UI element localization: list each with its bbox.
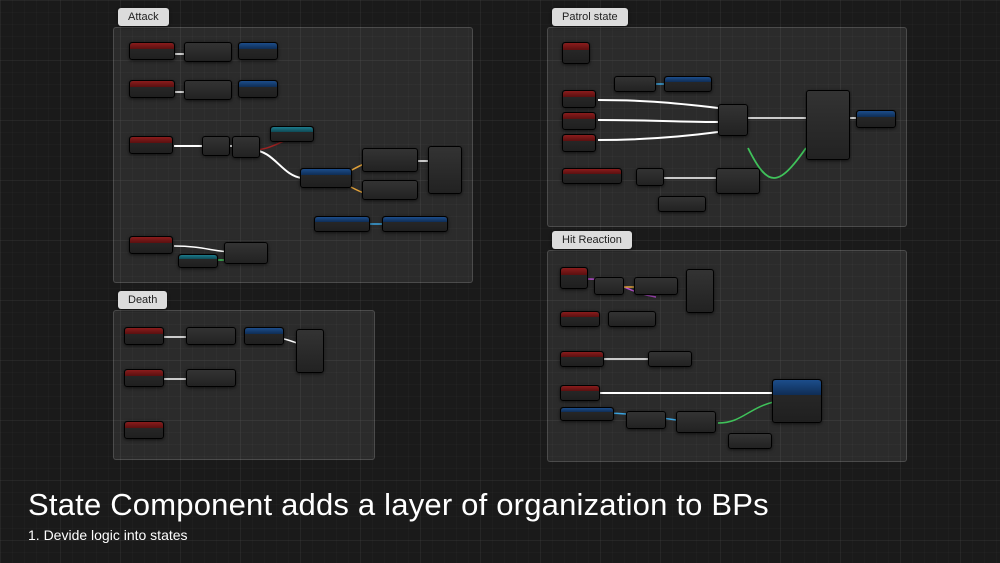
node[interactable] xyxy=(676,411,716,433)
node[interactable] xyxy=(296,329,324,373)
node[interactable] xyxy=(428,146,462,194)
node[interactable] xyxy=(560,351,604,367)
node[interactable] xyxy=(664,76,712,92)
node[interactable] xyxy=(560,311,600,327)
node[interactable] xyxy=(184,80,232,100)
node[interactable] xyxy=(129,136,173,154)
node[interactable] xyxy=(300,168,352,188)
node[interactable] xyxy=(772,379,822,423)
node[interactable] xyxy=(186,327,236,345)
node[interactable] xyxy=(634,277,678,295)
comment-box-patrol[interactable]: Patrol state xyxy=(547,27,907,227)
slide-caption: State Component adds a layer of organiza… xyxy=(28,487,769,543)
node[interactable] xyxy=(560,407,614,421)
node[interactable] xyxy=(184,42,232,62)
node[interactable] xyxy=(124,421,164,439)
caption-title: State Component adds a layer of organiza… xyxy=(28,487,769,523)
node[interactable] xyxy=(562,90,596,108)
comment-label-hitreaction[interactable]: Hit Reaction xyxy=(552,231,632,249)
comment-box-hitreaction[interactable]: Hit Reaction xyxy=(547,250,907,462)
node[interactable] xyxy=(129,42,175,60)
comment-box-death[interactable]: Death xyxy=(113,310,375,460)
node[interactable] xyxy=(562,168,622,184)
node[interactable] xyxy=(238,80,278,98)
node[interactable] xyxy=(224,242,268,264)
comment-box-attack[interactable]: Attack xyxy=(113,27,473,283)
node[interactable] xyxy=(560,267,588,289)
node[interactable] xyxy=(314,216,370,232)
node[interactable] xyxy=(362,148,418,172)
comment-label-death[interactable]: Death xyxy=(118,291,167,309)
caption-bullet: 1. Devide logic into states xyxy=(28,527,769,543)
node[interactable] xyxy=(686,269,714,313)
comment-label-attack[interactable]: Attack xyxy=(118,8,169,26)
node[interactable] xyxy=(636,168,664,186)
node[interactable] xyxy=(129,80,175,98)
node[interactable] xyxy=(124,369,164,387)
node[interactable] xyxy=(856,110,896,128)
node[interactable] xyxy=(129,236,173,254)
node[interactable] xyxy=(728,433,772,449)
comment-label-patrol[interactable]: Patrol state xyxy=(552,8,628,26)
node[interactable] xyxy=(562,112,596,130)
node[interactable] xyxy=(594,277,624,295)
node[interactable] xyxy=(186,369,236,387)
node[interactable] xyxy=(608,311,656,327)
node[interactable] xyxy=(718,104,748,136)
node[interactable] xyxy=(806,90,850,160)
node[interactable] xyxy=(362,180,418,200)
node[interactable] xyxy=(658,196,706,212)
node[interactable] xyxy=(202,136,230,156)
node[interactable] xyxy=(562,134,596,152)
node[interactable] xyxy=(614,76,656,92)
node[interactable] xyxy=(382,216,448,232)
node[interactable] xyxy=(124,327,164,345)
node[interactable] xyxy=(648,351,692,367)
node[interactable] xyxy=(178,254,218,268)
node[interactable] xyxy=(562,42,590,64)
node[interactable] xyxy=(716,168,760,194)
node[interactable] xyxy=(238,42,278,60)
node[interactable] xyxy=(244,327,284,345)
node[interactable] xyxy=(560,385,600,401)
node[interactable] xyxy=(626,411,666,429)
node[interactable] xyxy=(270,126,314,142)
node[interactable] xyxy=(232,136,260,158)
